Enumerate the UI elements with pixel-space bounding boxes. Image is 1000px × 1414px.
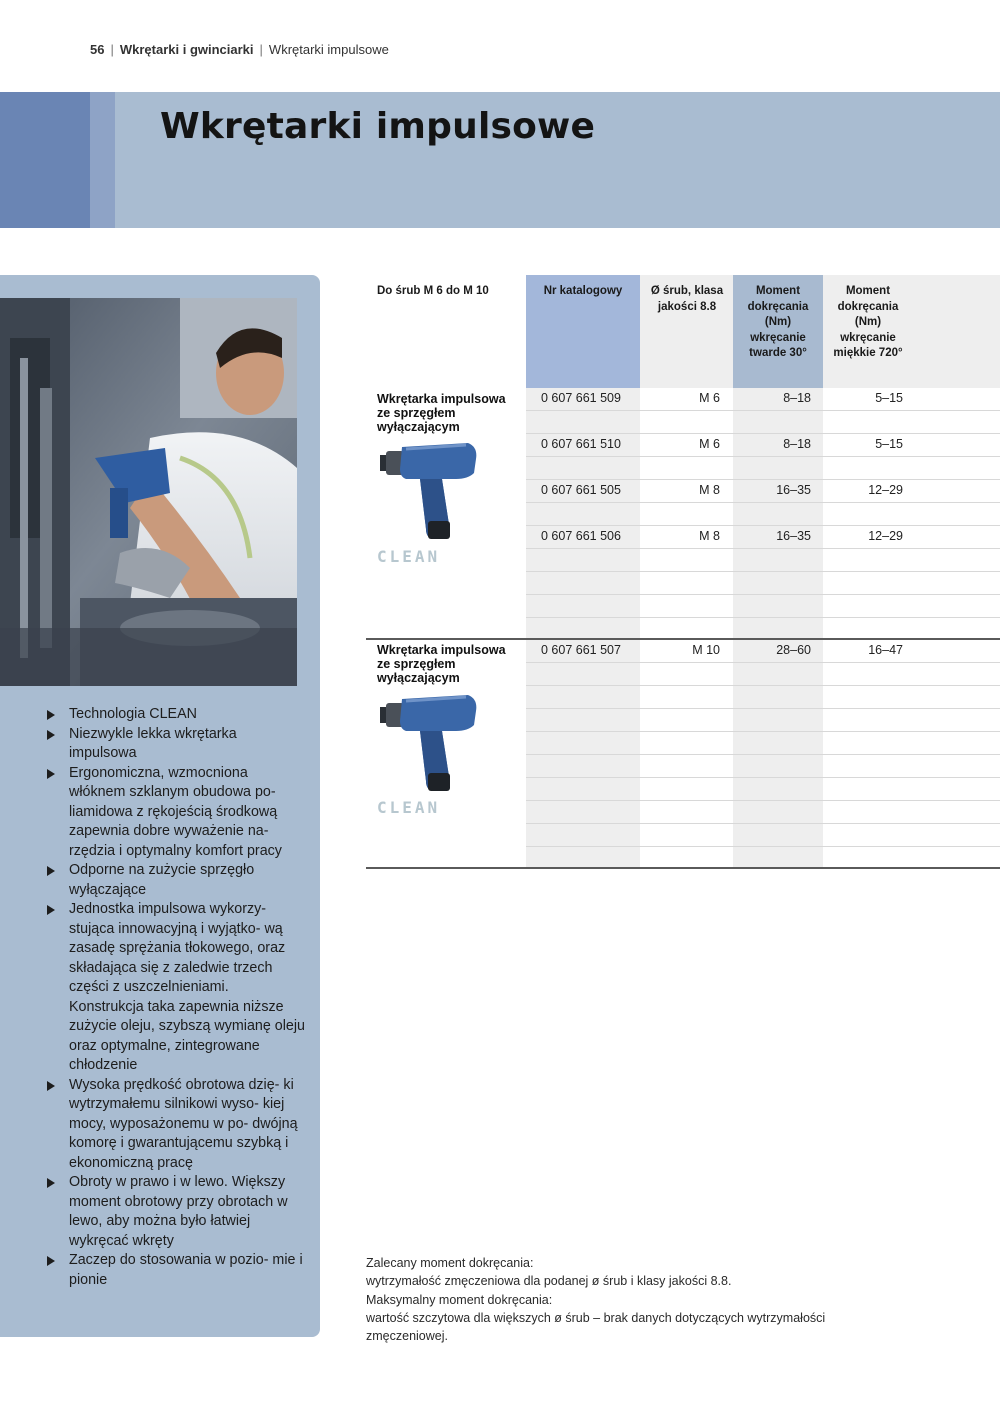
feature-item: Odporne na zużycie sprzęgło wyłączające — [45, 861, 307, 900]
row-divider — [526, 800, 1000, 801]
page-title: Wkrętarki impulsowe — [160, 106, 596, 147]
row-divider — [526, 685, 1000, 686]
torque-hard: 8–18 — [783, 391, 811, 405]
torque-hard: 8–18 — [783, 437, 811, 451]
group-divider — [366, 638, 1000, 640]
torque-soft: 5–15 — [875, 437, 903, 451]
row-divider — [526, 846, 1000, 847]
screw-size: M 8 — [699, 483, 720, 497]
header-catalog-number: Nr katalogowy — [543, 285, 623, 297]
screw-size: M 8 — [699, 529, 720, 543]
row-divider — [526, 754, 1000, 755]
catalog-number: 0 607 661 509 — [541, 391, 621, 405]
feature-item: Technologia CLEAN — [45, 705, 307, 725]
feature-item: Niezwykle lekka wkrętarka impulsowa — [45, 725, 307, 764]
footnote-line: Zalecany moment dokręcania: — [366, 1256, 534, 1270]
footnote-line: wartość szczytowa dla większych ø śrub –… — [366, 1310, 826, 1325]
clean-badge: CLEAN — [377, 798, 441, 817]
footnote: Zalecany moment dokręcania: wytrzymałość… — [366, 1254, 926, 1345]
torque-soft: 16–47 — [868, 643, 903, 657]
worker-photo-illustration — [0, 298, 297, 686]
footnote-line: zmęczeniowej. — [366, 1329, 448, 1344]
screw-size: M 10 — [692, 643, 720, 657]
worker-photo — [0, 298, 297, 686]
row-divider — [526, 410, 1000, 411]
title-band-stripe — [90, 92, 115, 228]
feature-item: Jednostka impulsowa wykorzy- stująca inn… — [45, 900, 307, 1076]
feature-list: Technologia CLEAN Niezwykle lekka wkręta… — [45, 705, 307, 1290]
torque-hard: 16–35 — [776, 529, 811, 543]
row-divider — [526, 731, 1000, 732]
impact-wrench-icon — [380, 439, 480, 552]
feature-item: Zaczep do stosowania w pozio- mie i pion… — [45, 1251, 307, 1290]
catalog-column-bg — [526, 388, 640, 869]
product-table: Do śrub M 6 do M 10 Nr katalogowy Ø śrub… — [366, 275, 1000, 869]
breadcrumb-subsection: Wkrętarki impulsowe — [268, 42, 389, 57]
table-bottom-rule — [366, 867, 1000, 869]
separator: | — [110, 42, 114, 57]
row-divider — [526, 617, 1000, 618]
row-divider — [526, 548, 1000, 549]
header-screw-diameter: Ø śrub, klasa jakości 8.8 — [650, 285, 724, 313]
footnote-line: Maksymalny moment dokręcania: — [366, 1292, 553, 1307]
breadcrumb-section: Wkrętarki i gwinciarki — [119, 42, 254, 57]
page-number: 56 — [90, 42, 105, 57]
torque-hard: 28–60 — [776, 643, 811, 657]
breadcrumb: 56 | Wkrętarki i gwinciarki | Wkrętarki impu… — [90, 42, 389, 57]
screw-size: M 6 — [699, 391, 720, 405]
row-divider — [526, 502, 1000, 503]
catalog-number: 0 607 661 507 — [541, 643, 621, 657]
row-divider — [526, 823, 1000, 824]
row-divider — [526, 708, 1000, 709]
torque-soft: 12–29 — [868, 529, 903, 543]
header-torque-hard: Moment dokręcania (Nm) wkręcanie twarde … — [747, 285, 809, 359]
catalog-number: 0 607 661 510 — [541, 437, 621, 451]
feature-item: Ergonomiczna, wzmocniona włóknem szklany… — [45, 764, 307, 862]
catalog-number: 0 607 661 505 — [541, 483, 621, 497]
row-divider — [526, 662, 1000, 663]
torque-hard: 16–35 — [776, 483, 811, 497]
row-divider — [526, 777, 1000, 778]
product-name: Wkrętarka impulsowa ze sprzęgłem wyłącza… — [377, 643, 506, 685]
row-divider — [526, 594, 1000, 595]
row-divider — [526, 456, 1000, 457]
separator: | — [259, 42, 263, 57]
row-divider — [526, 571, 1000, 572]
torque-soft: 5–15 — [875, 391, 903, 405]
clean-badge: CLEAN — [377, 547, 441, 566]
row-divider — [526, 479, 1000, 480]
row-divider — [526, 525, 1000, 526]
catalog-number: 0 607 661 506 — [541, 529, 621, 543]
impact-wrench-icon — [380, 691, 480, 804]
title-band-accent — [0, 92, 90, 228]
feature-item: Obroty w prawo i w lewo. Większy moment … — [45, 1173, 307, 1251]
hard-column-bg — [733, 388, 823, 869]
header-torque-soft: Moment dokręcania (Nm) wkręcanie miękkie… — [833, 285, 903, 359]
feature-item: Wysoka prędkość obrotowa dzię- ki wytrzy… — [45, 1076, 307, 1174]
footnote-line: wytrzymałość zmęczeniowa dla podanej ø ś… — [366, 1274, 732, 1289]
product-name: Wkrętarka impulsowa ze sprzęgłem wyłącza… — [377, 392, 506, 434]
header-screw-range: Do śrub M 6 do M 10 — [377, 285, 489, 297]
screw-size: M 6 — [699, 437, 720, 451]
torque-soft: 12–29 — [868, 483, 903, 497]
row-divider — [526, 433, 1000, 434]
